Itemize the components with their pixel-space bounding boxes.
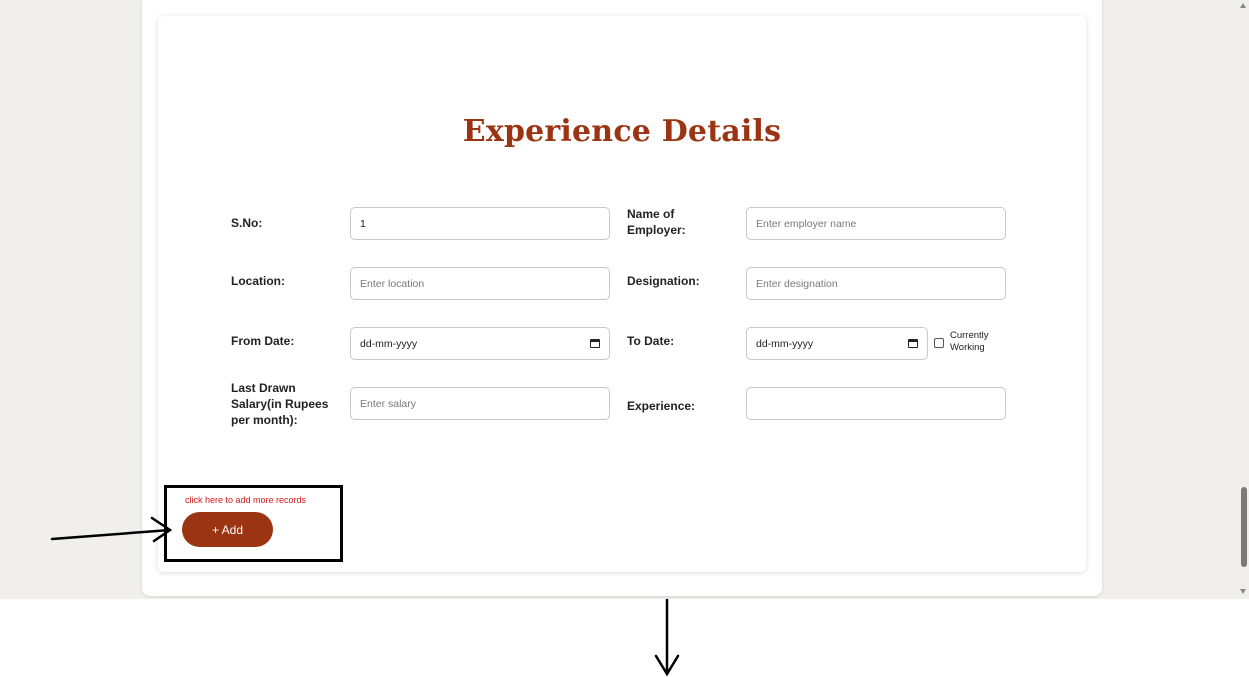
to-date-input[interactable]: dd-mm-yyyy — [746, 327, 928, 360]
salary-label: Last Drawn Salary(in Rupees per month): — [231, 380, 328, 428]
scrollbar-thumb[interactable] — [1241, 487, 1247, 567]
from-date-input[interactable]: dd-mm-yyyy — [350, 327, 610, 360]
sno-label: S.No: — [231, 216, 263, 230]
to-date-label: To Date: — [627, 334, 675, 348]
calendar-icon[interactable] — [590, 339, 600, 348]
to-date-placeholder: dd-mm-yyyy — [756, 337, 814, 350]
browser-viewport: Experience Details S.No: 1 Name of Emplo… — [0, 0, 1249, 599]
experience-input[interactable] — [746, 387, 1006, 420]
scrollbar[interactable] — [1238, 0, 1249, 599]
employer-name-input[interactable]: Enter employer name — [746, 207, 1006, 240]
arrow-down-annotation — [654, 598, 680, 677]
location-label: Location: — [231, 274, 285, 288]
currently-working-line2: Working — [950, 342, 985, 353]
from-date-placeholder: dd-mm-yyyy — [360, 337, 418, 350]
currently-working-line1: Currently — [950, 330, 989, 341]
employer-placeholder: Enter employer name — [756, 217, 857, 230]
sno-value: 1 — [360, 217, 366, 230]
currently-working-checkbox[interactable] — [934, 338, 944, 348]
location-input[interactable]: Enter location — [350, 267, 610, 300]
employer-label-line2: Employer: — [627, 223, 686, 237]
scroll-up-arrow-icon[interactable] — [1240, 3, 1246, 8]
page-title: Experience Details — [462, 114, 782, 149]
designation-input[interactable]: Enter designation — [746, 267, 1006, 300]
scroll-down-arrow-icon[interactable] — [1240, 589, 1246, 594]
employer-label: Name of Employer: — [627, 206, 686, 238]
salary-label-line3: per month): — [231, 413, 298, 427]
annotation-highlight-box — [164, 485, 343, 562]
experience-label: Experience: — [627, 399, 696, 413]
salary-placeholder: Enter salary — [360, 397, 417, 410]
from-date-label: From Date: — [231, 334, 295, 348]
employer-label-line1: Name of — [627, 207, 675, 221]
currently-working-toggle[interactable]: Currently Working — [934, 330, 1010, 354]
calendar-icon[interactable] — [908, 339, 918, 348]
salary-label-line1: Last Drawn — [231, 381, 296, 395]
currently-working-label: Currently Working — [950, 330, 1010, 354]
salary-label-line2: Salary(in Rupees — [231, 397, 329, 411]
sno-input[interactable]: 1 — [350, 207, 610, 240]
designation-label: Designation: — [627, 274, 700, 288]
location-placeholder: Enter location — [360, 277, 425, 290]
salary-input[interactable]: Enter salary — [350, 387, 610, 420]
designation-placeholder: Enter designation — [756, 277, 838, 290]
